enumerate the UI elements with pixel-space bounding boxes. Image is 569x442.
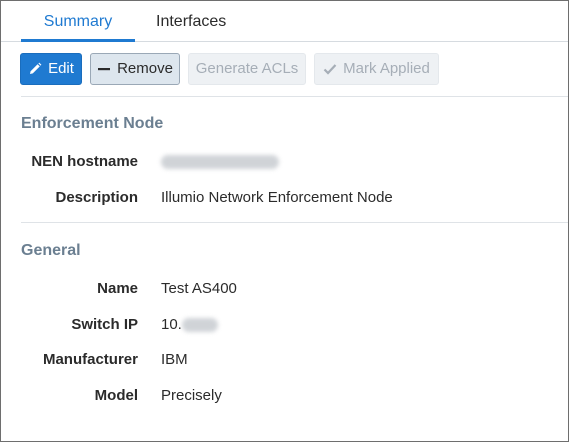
field-value-switch-ip: 10. xyxy=(161,313,218,337)
field-row-model: Model Precisely xyxy=(1,384,568,408)
generate-acls-button-label: Generate ACLs xyxy=(195,60,299,77)
mark-applied-button[interactable]: Mark Applied xyxy=(314,53,439,85)
action-toolbar: Edit Remove Generate ACLs Mark Applied xyxy=(1,53,568,85)
redacted-switch-ip xyxy=(181,318,218,333)
tab-interfaces[interactable]: Interfaces xyxy=(156,1,226,42)
edit-button[interactable]: Edit xyxy=(20,53,82,85)
tab-bar: Summary Interfaces xyxy=(1,1,568,42)
divider xyxy=(21,222,568,223)
field-value-description: Illumio Network Enforcement Node xyxy=(161,189,393,206)
node-detail-panel: Summary Interfaces Edit Remove Generate … xyxy=(0,0,569,442)
divider xyxy=(21,96,568,97)
field-label: Name xyxy=(97,280,138,297)
minus-icon xyxy=(97,62,111,76)
switch-ip-text: 10. xyxy=(161,316,182,333)
field-label: Model xyxy=(94,387,138,404)
field-label: Manufacturer xyxy=(42,351,138,368)
field-value-name: Test AS400 xyxy=(161,280,237,297)
generate-acls-button[interactable]: Generate ACLs xyxy=(188,53,306,85)
field-label: Description xyxy=(55,189,138,206)
field-row-description: Description Illumio Network Enforcement … xyxy=(1,186,568,210)
checkmark-icon xyxy=(323,62,337,76)
field-value-nen-hostname xyxy=(161,150,279,174)
field-value-manufacturer: IBM xyxy=(161,351,188,368)
tab-summary[interactable]: Summary xyxy=(21,1,135,42)
section-title-general: General xyxy=(21,242,81,259)
field-row-switch-ip: Switch IP 10. xyxy=(1,313,568,337)
section-title-enforcement-node: Enforcement Node xyxy=(21,115,164,132)
redacted-hostname xyxy=(161,155,279,170)
field-label: Switch IP xyxy=(71,316,138,333)
mark-applied-button-label: Mark Applied xyxy=(343,60,430,77)
field-row-manufacturer: Manufacturer IBM xyxy=(1,348,568,372)
field-value-model: Precisely xyxy=(161,387,222,404)
edit-button-label: Edit xyxy=(48,60,74,77)
field-row-name: Name Test AS400 xyxy=(1,277,568,301)
field-label: NEN hostname xyxy=(31,153,138,170)
remove-button[interactable]: Remove xyxy=(90,53,180,85)
field-row-nen-hostname: NEN hostname xyxy=(1,150,568,174)
pencil-icon xyxy=(28,62,42,76)
remove-button-label: Remove xyxy=(117,60,173,77)
